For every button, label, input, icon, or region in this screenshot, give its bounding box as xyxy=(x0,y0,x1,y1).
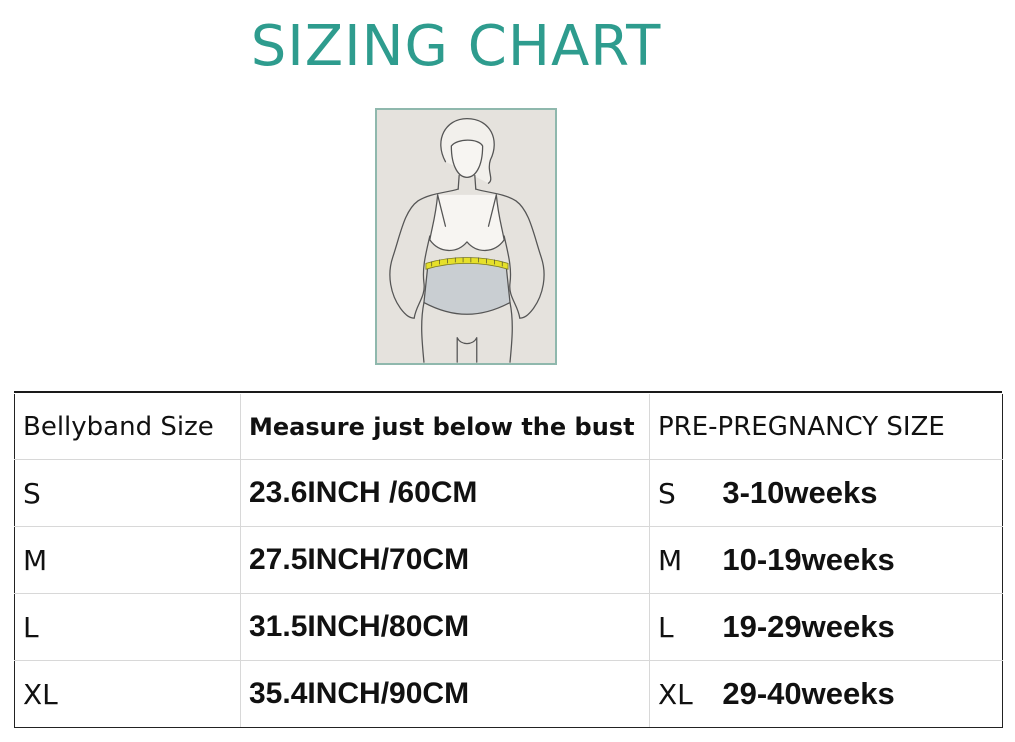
pre-size: S xyxy=(658,477,676,510)
header-measure: Measure just below the bust xyxy=(240,394,650,460)
sizing-table: Bellyband Size Measure just below the bu… xyxy=(14,394,1003,728)
pre-pregnancy-cell: S 3-10weeks xyxy=(649,459,1003,527)
pre-size: XL xyxy=(658,678,693,711)
table-row: XL 35.4INCH/90CM XL 29-40weeks xyxy=(14,660,1003,728)
table-top-rule xyxy=(14,391,1002,393)
size-cell: XL xyxy=(14,660,241,728)
size-cell: L xyxy=(14,593,241,661)
header-pre-pregnancy-size: PRE-PREGNANCY SIZE xyxy=(649,394,1003,460)
woman-measuring-waist-icon xyxy=(389,118,545,363)
measure-cell: 23.6INCH /60CM xyxy=(240,459,650,527)
pre-pregnancy-cell: L 19-29weeks xyxy=(649,593,1003,661)
table-row: M 27.5INCH/70CM M 10-19weeks xyxy=(14,526,1003,594)
pre-weeks: 3-10weeks xyxy=(722,475,878,510)
pre-weeks: 19-29weeks xyxy=(722,609,895,644)
pre-size: L xyxy=(658,611,674,644)
pre-pregnancy-cell: XL 29-40weeks xyxy=(649,660,1003,728)
measure-cell: 31.5INCH/80CM xyxy=(240,593,650,661)
measure-cell: 27.5INCH/70CM xyxy=(240,526,650,594)
table-row: L 31.5INCH/80CM L 19-29weeks xyxy=(14,593,1003,661)
illustration xyxy=(375,108,557,365)
table-row: S 23.6INCH /60CM S 3-10weeks xyxy=(14,459,1003,527)
pre-weeks: 29-40weeks xyxy=(722,676,895,711)
pre-weeks: 10-19weeks xyxy=(722,542,895,577)
pre-pregnancy-cell: M 10-19weeks xyxy=(649,526,1003,594)
header-bellyband-size: Bellyband Size xyxy=(14,394,241,460)
table-header-row: Bellyband Size Measure just below the bu… xyxy=(14,394,1003,460)
size-cell: S xyxy=(14,459,241,527)
size-cell: M xyxy=(14,526,241,594)
pre-size: M xyxy=(658,544,683,577)
page-title: SIZING CHART xyxy=(250,14,662,79)
measure-cell: 35.4INCH/90CM xyxy=(240,660,650,728)
